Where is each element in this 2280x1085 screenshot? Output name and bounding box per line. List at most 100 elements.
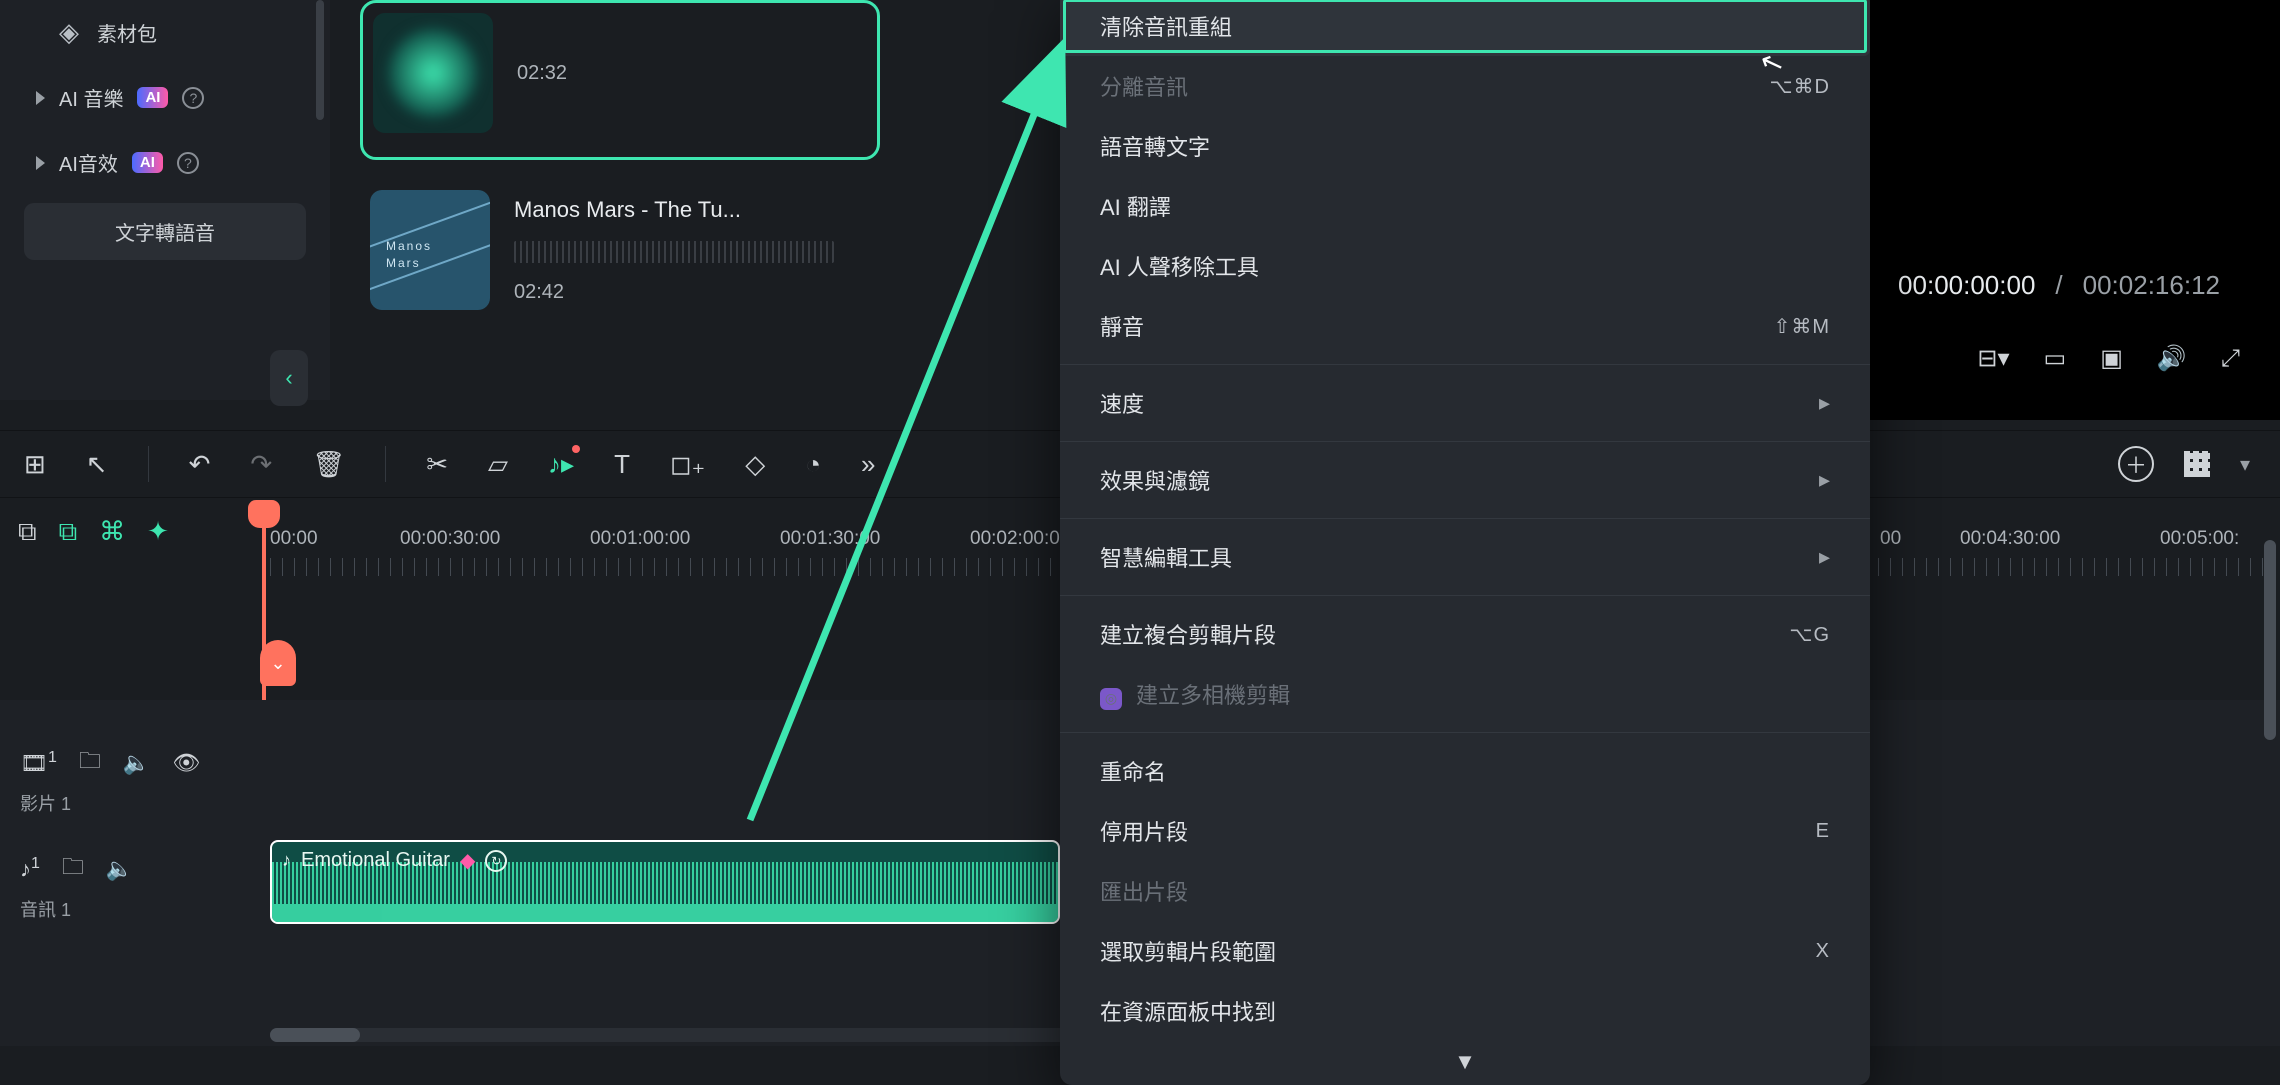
divider <box>1060 732 1870 733</box>
ctx-shortcut: ⌥G <box>1789 622 1830 647</box>
sidebar-item-ai-music[interactable]: AI 音樂 AI ? <box>0 65 330 130</box>
ctx-label: 語音轉文字 <box>1100 130 1210 162</box>
sidebar-item-label: 文字轉語音 <box>115 223 215 245</box>
ctx-item-multicam: ◎建立多相機剪輯 <box>1060 664 1870 724</box>
ctx-label: 效果與濾鏡 <box>1100 464 1210 496</box>
trash-icon[interactable]: 🗑 <box>312 449 345 480</box>
media-thumbnail: ManosMars <box>370 190 490 310</box>
sidebar-item-packs[interactable]: 素材包 <box>0 0 330 65</box>
timecode-readout: 00:00:00:00 / 00:02:16:12 <box>1898 270 2220 301</box>
music-note-icon[interactable]: ♪1 <box>20 855 40 882</box>
divider <box>1060 441 1870 442</box>
scissors-icon[interactable]: ✂ <box>426 449 448 480</box>
track-label: 音訊 1 <box>20 896 133 922</box>
ctx-label: 分離音訊 <box>1100 70 1188 102</box>
text-icon[interactable]: T <box>614 449 630 480</box>
annotation-arrow <box>710 30 1090 850</box>
add-track-icon[interactable]: ⧉ <box>18 516 37 548</box>
ctx-item-clear-audio-rebuild[interactable]: 清除音訊重組 <box>1060 0 1870 56</box>
ctx-item-disable-clip[interactable]: 停用片段 E <box>1060 801 1870 861</box>
media-duration: 02:32 <box>517 62 567 85</box>
track-label: 影片 1 <box>20 790 200 816</box>
audio-tool-icon[interactable]: ♪▸ <box>548 449 574 480</box>
ruler-tick: 00:00 <box>270 528 318 550</box>
ctx-shortcut: E <box>1816 820 1830 843</box>
speaker-icon[interactable]: 🔈 <box>106 856 133 882</box>
ctx-label: AI 人聲移除工具 <box>1100 250 1259 282</box>
redo-icon[interactable]: ↷ <box>250 449 272 480</box>
aspect-icon[interactable]: ◻₊ <box>670 449 705 480</box>
ctx-item-mute[interactable]: 靜音 ⇧⌘M <box>1060 296 1870 356</box>
audio-clip[interactable]: ♪ Emotional Guitar ◆ ↻ <box>270 840 1060 924</box>
music-note-icon: ♪ <box>282 850 291 871</box>
ctx-item-speed[interactable]: 速度 ▸ <box>1060 373 1870 433</box>
sidebar-item-label: AI音效 <box>59 148 118 177</box>
ctx-label: 靜音 <box>1100 310 1144 342</box>
ruler-toggle-icon[interactable]: ⊟▾ <box>1977 344 2009 373</box>
sidebar-scrollbar[interactable] <box>316 0 324 120</box>
chevron-right-icon: ▸ <box>1819 390 1830 416</box>
filmstrip-icon[interactable]: 🎞1 <box>20 749 57 776</box>
ctx-more-indicator[interactable]: ▼ <box>1060 1041 1870 1077</box>
chevron-right-icon: ▸ <box>1819 544 1830 570</box>
vertical-scrollbar[interactable] <box>2264 540 2276 740</box>
help-icon[interactable]: ? <box>182 87 204 109</box>
chevron-down-icon: ▼ <box>1454 1049 1476 1074</box>
ctx-item-reveal[interactable]: 在資源面板中找到 <box>1060 981 1870 1041</box>
ctx-item-detach-audio: 分離音訊 ⌥⌘D <box>1060 56 1870 116</box>
ctx-item-stt[interactable]: 語音轉文字 <box>1060 116 1870 176</box>
folder-icon[interactable]: 🗀 <box>79 744 101 782</box>
ai-badge: AI <box>137 87 168 108</box>
fullscreen-icon[interactable]: ⤢ <box>2221 345 2240 373</box>
multicam-icon: ◎ <box>1100 688 1122 710</box>
ctx-label: 速度 <box>1100 387 1144 419</box>
ctx-item-ai-vocal-remove[interactable]: AI 人聲移除工具 <box>1060 236 1870 296</box>
help-icon[interactable]: ? <box>177 152 199 174</box>
caret-right-icon <box>36 156 45 170</box>
magnet-icon[interactable]: ✦ <box>147 516 169 548</box>
ctx-item-select-range[interactable]: 選取剪輯片段範圍 X <box>1060 921 1870 981</box>
timeline-track-tools: ⧉ ⧉ ⌘ ✦ <box>18 516 169 548</box>
undo-icon[interactable]: ↶ <box>189 449 211 480</box>
ctx-item-ai-translate[interactable]: AI 翻譯 <box>1060 176 1870 236</box>
eye-icon[interactable]: 👁 <box>172 750 200 776</box>
divider <box>1060 595 1870 596</box>
ruler-tick: 00:00:30:00 <box>400 528 500 550</box>
ctx-label: 在資源面板中找到 <box>1100 995 1276 1027</box>
display-icon[interactable]: ▭ <box>2044 344 2067 373</box>
link-icon[interactable]: ⧉ <box>59 516 78 548</box>
dropdown-caret-icon[interactable]: ▾ <box>2240 452 2250 477</box>
collapse-sidebar-button[interactable]: ‹ <box>270 350 308 406</box>
ruler-tick: 00:04:30:00 <box>1960 528 2060 550</box>
ctx-item-effects[interactable]: 效果與濾鏡 ▸ <box>1060 450 1870 510</box>
ctx-shortcut: X <box>1816 940 1830 963</box>
package-icon <box>59 21 83 45</box>
volume-icon[interactable]: 🔊 <box>2157 344 2187 373</box>
divider <box>385 446 386 482</box>
ctx-item-compound-clip[interactable]: 建立複合剪輯片段 ⌥G <box>1060 604 1870 664</box>
tts-button[interactable]: 文字轉語音 <box>24 203 306 260</box>
total-time: 00:02:16:12 <box>2083 270 2220 301</box>
zoom-add-button[interactable]: ＋ <box>2118 446 2154 482</box>
sidebar-item-label: 素材包 <box>97 18 157 47</box>
snapshot-icon[interactable]: ▣ <box>2100 344 2123 373</box>
context-menu: 清除音訊重組 分離音訊 ⌥⌘D 語音轉文字 AI 翻譯 AI 人聲移除工具 靜音… <box>1060 0 1870 1085</box>
sidebar: 素材包 AI 音樂 AI ? AI音效 AI ? 文字轉語音 ‹ <box>0 0 330 400</box>
chevron-right-icon: ▸ <box>1819 467 1830 493</box>
view-grid-icon[interactable] <box>2184 451 2210 477</box>
apps-icon[interactable]: ⊞ <box>24 449 46 480</box>
preview-controls: ⊟▾ ▭ ▣ 🔊 ⤢ <box>1977 344 2240 373</box>
divider <box>1060 518 1870 519</box>
speaker-icon[interactable]: 🔈 <box>123 750 150 776</box>
pointer-icon[interactable]: ↖ <box>86 449 108 480</box>
folder-icon[interactable]: 🗀 <box>62 850 84 888</box>
ctx-label: 匯出片段 <box>1100 875 1188 907</box>
sidebar-item-label: AI 音樂 <box>59 83 123 112</box>
marker-badge[interactable]: ⌄ <box>260 640 296 686</box>
crop-icon[interactable]: ▱ <box>488 449 508 480</box>
ctx-item-rename[interactable]: 重命名 <box>1060 741 1870 801</box>
group-icon[interactable]: ⌘ <box>99 516 125 548</box>
ctx-item-smart-tools[interactable]: 智慧編輯工具 ▸ <box>1060 527 1870 587</box>
sidebar-item-ai-sfx[interactable]: AI音效 AI ? <box>0 130 330 195</box>
divider <box>1060 364 1870 365</box>
